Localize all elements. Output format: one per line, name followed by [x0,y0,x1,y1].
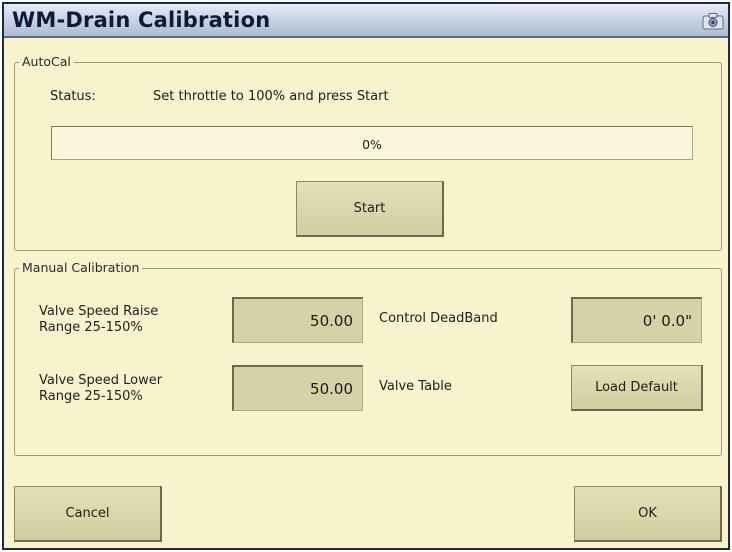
lower-label-line1: Valve Speed Lower [39,373,163,388]
status-label: Status: [50,89,96,104]
cancel-button[interactable]: Cancel [14,486,162,542]
lower-label-line2: Range 25-150% [39,389,143,404]
progress-text: 0% [362,137,382,152]
start-button[interactable]: Start [296,181,444,237]
manual-calibration-legend: Manual Calibration [19,260,143,275]
title-bar: WM-Drain Calibration [4,4,728,38]
raise-label-line1: Valve Speed Raise [39,304,159,319]
valve-table-label: Valve Table [379,379,452,394]
ok-button[interactable]: OK [574,486,722,542]
status-text: Set throttle to 100% and press Start [153,89,389,104]
raise-label-line2: Range 25-150% [39,320,143,335]
valve-speed-lower-field[interactable]: 50.00 [232,365,363,411]
load-default-button[interactable]: Load Default [571,365,703,411]
control-deadband-field[interactable]: 0' 0.0" [571,297,702,343]
calibration-dialog: WM-Drain Calibration AutoCal Status: Set… [2,2,730,550]
dialog-title: WM-Drain Calibration [12,8,271,32]
manual-calibration-group: Manual Calibration Valve Speed Raise Ran… [14,260,722,456]
autocal-group: AutoCal Status: Set throttle to 100% and… [14,54,722,251]
valve-speed-raise-field[interactable]: 50.00 [232,297,363,343]
autocal-legend: AutoCal [19,54,74,69]
deadband-label: Control DeadBand [379,311,498,326]
camera-icon[interactable] [702,12,724,30]
calibration-progress-bar: 0% [51,126,693,160]
